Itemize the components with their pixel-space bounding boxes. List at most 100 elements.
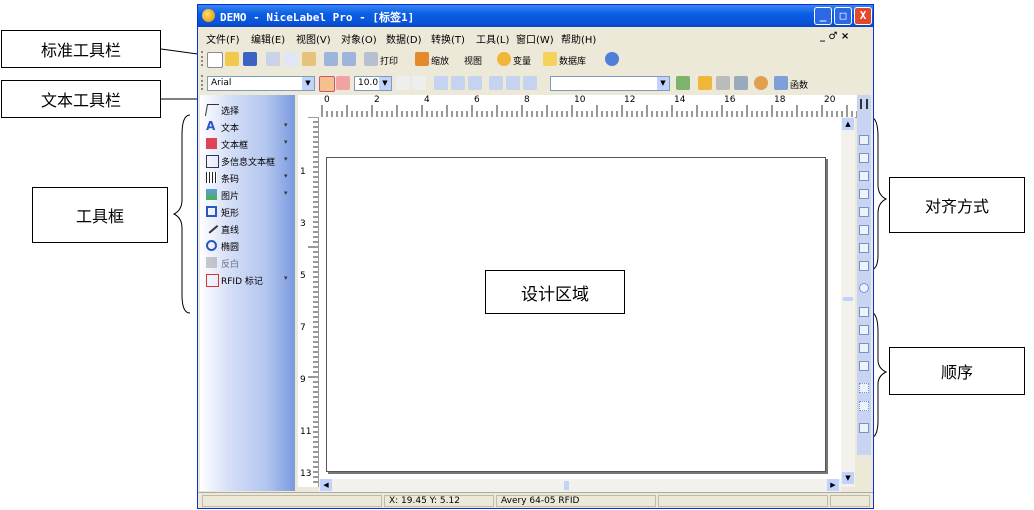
font-name-select[interactable]: Arial ▼ xyxy=(207,76,315,91)
counter-icon[interactable] xyxy=(734,76,748,90)
undo-icon[interactable] xyxy=(324,52,338,66)
ruler-label: 14 xyxy=(674,95,686,105)
rotate-icon[interactable] xyxy=(859,283,869,293)
ruler-label: 13 xyxy=(300,469,312,479)
menu-object[interactable]: 对象(O) xyxy=(341,31,377,46)
align-vcenter-icon[interactable] xyxy=(859,207,869,217)
new-variable-icon[interactable] xyxy=(698,76,712,90)
view-button[interactable]: 视图 xyxy=(464,54,482,67)
font-size-select[interactable]: 10.0 ▼ xyxy=(354,76,392,91)
chevron-down-icon: ▾ xyxy=(284,274,288,282)
align-left-icon[interactable] xyxy=(859,135,869,145)
menu-help[interactable]: 帮助(H) xyxy=(561,31,596,46)
menu-transform[interactable]: 转换(T) xyxy=(431,31,465,46)
italic-icon[interactable] xyxy=(451,76,465,90)
ruler-label: 4 xyxy=(424,95,430,105)
chevron-down-icon[interactable]: ▼ xyxy=(379,77,391,90)
align-hcenter-icon[interactable] xyxy=(859,153,869,163)
ungroup-icon[interactable] xyxy=(859,401,869,411)
send-to-back-icon[interactable] xyxy=(859,325,869,335)
send-backward-icon[interactable] xyxy=(859,361,869,371)
rich-textbox-icon xyxy=(206,155,219,168)
redo-icon[interactable] xyxy=(342,52,356,66)
chevron-down-icon[interactable]: ▼ xyxy=(657,77,669,90)
align-bottom-icon[interactable] xyxy=(859,225,869,235)
toolbar-grip[interactable] xyxy=(201,51,205,66)
ruler-label: 9 xyxy=(300,375,306,385)
copy-icon[interactable] xyxy=(284,52,298,66)
open-icon[interactable] xyxy=(225,52,239,66)
title-bar[interactable]: DEMO - NiceLabel Pro - [标签1] _ □ X xyxy=(198,5,873,27)
save-icon[interactable] xyxy=(243,52,257,66)
menu-window[interactable]: 窗口(W) xyxy=(516,31,554,46)
menu-edit[interactable]: 编辑(E) xyxy=(251,31,285,46)
status-panel xyxy=(658,495,828,507)
bold-icon[interactable] xyxy=(434,76,448,90)
scroll-left-icon[interactable]: ◀ xyxy=(320,479,332,491)
horizontal-scrollbar[interactable]: ◀ ▶ xyxy=(319,479,841,492)
menu-data[interactable]: 数据(D) xyxy=(386,31,422,46)
menu-file[interactable]: 文件(F) xyxy=(206,31,240,46)
ruler-label: 3 xyxy=(300,219,306,229)
align-center-icon[interactable] xyxy=(506,76,520,90)
menu-tools[interactable]: 工具(L) xyxy=(476,31,509,46)
toolbar-grip[interactable] xyxy=(201,75,205,90)
scroll-thumb[interactable] xyxy=(564,481,569,490)
callout-text-toolbar: 文本工具栏 xyxy=(1,80,161,118)
zoom-icon[interactable] xyxy=(415,52,429,66)
database-button[interactable]: 数据库 xyxy=(559,54,586,67)
lock-icon[interactable] xyxy=(859,423,869,433)
minimize-button[interactable]: _ xyxy=(814,7,832,25)
grow-font-icon[interactable] xyxy=(396,76,410,90)
close-button[interactable]: X xyxy=(854,7,872,25)
variable-button[interactable]: 变量 xyxy=(513,54,531,67)
scroll-down-icon[interactable]: ▼ xyxy=(842,472,854,484)
fit-text-icon[interactable] xyxy=(319,76,335,92)
textbox-icon xyxy=(206,138,217,149)
variable-icon[interactable] xyxy=(497,52,511,66)
functions-button[interactable]: 函数 xyxy=(790,78,808,91)
print-button[interactable]: 打印 xyxy=(380,54,398,67)
bring-to-front-icon[interactable] xyxy=(859,307,869,317)
align-right-icon[interactable] xyxy=(523,76,537,90)
cut-icon[interactable] xyxy=(266,52,280,66)
new-icon[interactable] xyxy=(207,52,223,68)
database-icon[interactable] xyxy=(543,52,557,66)
callout-alignment: 对齐方式 xyxy=(889,177,1025,233)
ruler-label: 11 xyxy=(300,427,312,437)
underline-icon[interactable] xyxy=(468,76,482,90)
ruler-label: 8 xyxy=(524,95,530,105)
font-name-value: Arial xyxy=(211,78,232,88)
scroll-thumb[interactable] xyxy=(843,297,853,301)
scroll-up-icon[interactable]: ▲ xyxy=(842,118,854,130)
chevron-down-icon[interactable]: ▼ xyxy=(302,77,314,90)
help-icon[interactable] xyxy=(605,52,619,66)
variable-wizard-icon[interactable] xyxy=(676,76,690,90)
shrink-font-icon[interactable] xyxy=(412,76,426,90)
print-icon[interactable] xyxy=(364,52,378,66)
group-icon[interactable] xyxy=(859,383,869,393)
database-access-icon[interactable] xyxy=(754,76,768,90)
menu-view[interactable]: 视图(V) xyxy=(296,31,331,46)
toolbar-grip[interactable] xyxy=(860,99,868,109)
align-right-icon[interactable] xyxy=(859,171,869,181)
scroll-right-icon[interactable]: ▶ xyxy=(827,479,839,491)
chevron-down-icon: ▾ xyxy=(284,189,288,197)
mdi-controls[interactable]: _ ♂ × xyxy=(820,31,849,42)
bring-forward-icon[interactable] xyxy=(859,343,869,353)
distribute-horizontal-icon[interactable] xyxy=(859,243,869,253)
edit-variable-icon[interactable] xyxy=(716,76,730,90)
functions-icon[interactable] xyxy=(774,76,788,90)
align-left-icon[interactable] xyxy=(489,76,503,90)
autosize-icon[interactable] xyxy=(336,76,350,90)
toolbox-panel: 选择 A 文本 ▾ 文本框 ▾ 多信息文本框 ▾ 条码 ▾ 图片 ▾ 矩形 直线… xyxy=(200,95,295,491)
label-page[interactable]: 设计区域 xyxy=(326,157,826,472)
font-size-value: 10.0 xyxy=(358,78,379,88)
maximize-button[interactable]: □ xyxy=(834,7,852,25)
text-value-input[interactable]: ▼ xyxy=(550,76,670,91)
align-top-icon[interactable] xyxy=(859,189,869,199)
vertical-scrollbar[interactable]: ▲ ▼ xyxy=(841,117,855,487)
zoom-button[interactable]: 缩放 xyxy=(431,54,449,67)
paste-icon[interactable] xyxy=(302,52,316,66)
distribute-vertical-icon[interactable] xyxy=(859,261,869,271)
